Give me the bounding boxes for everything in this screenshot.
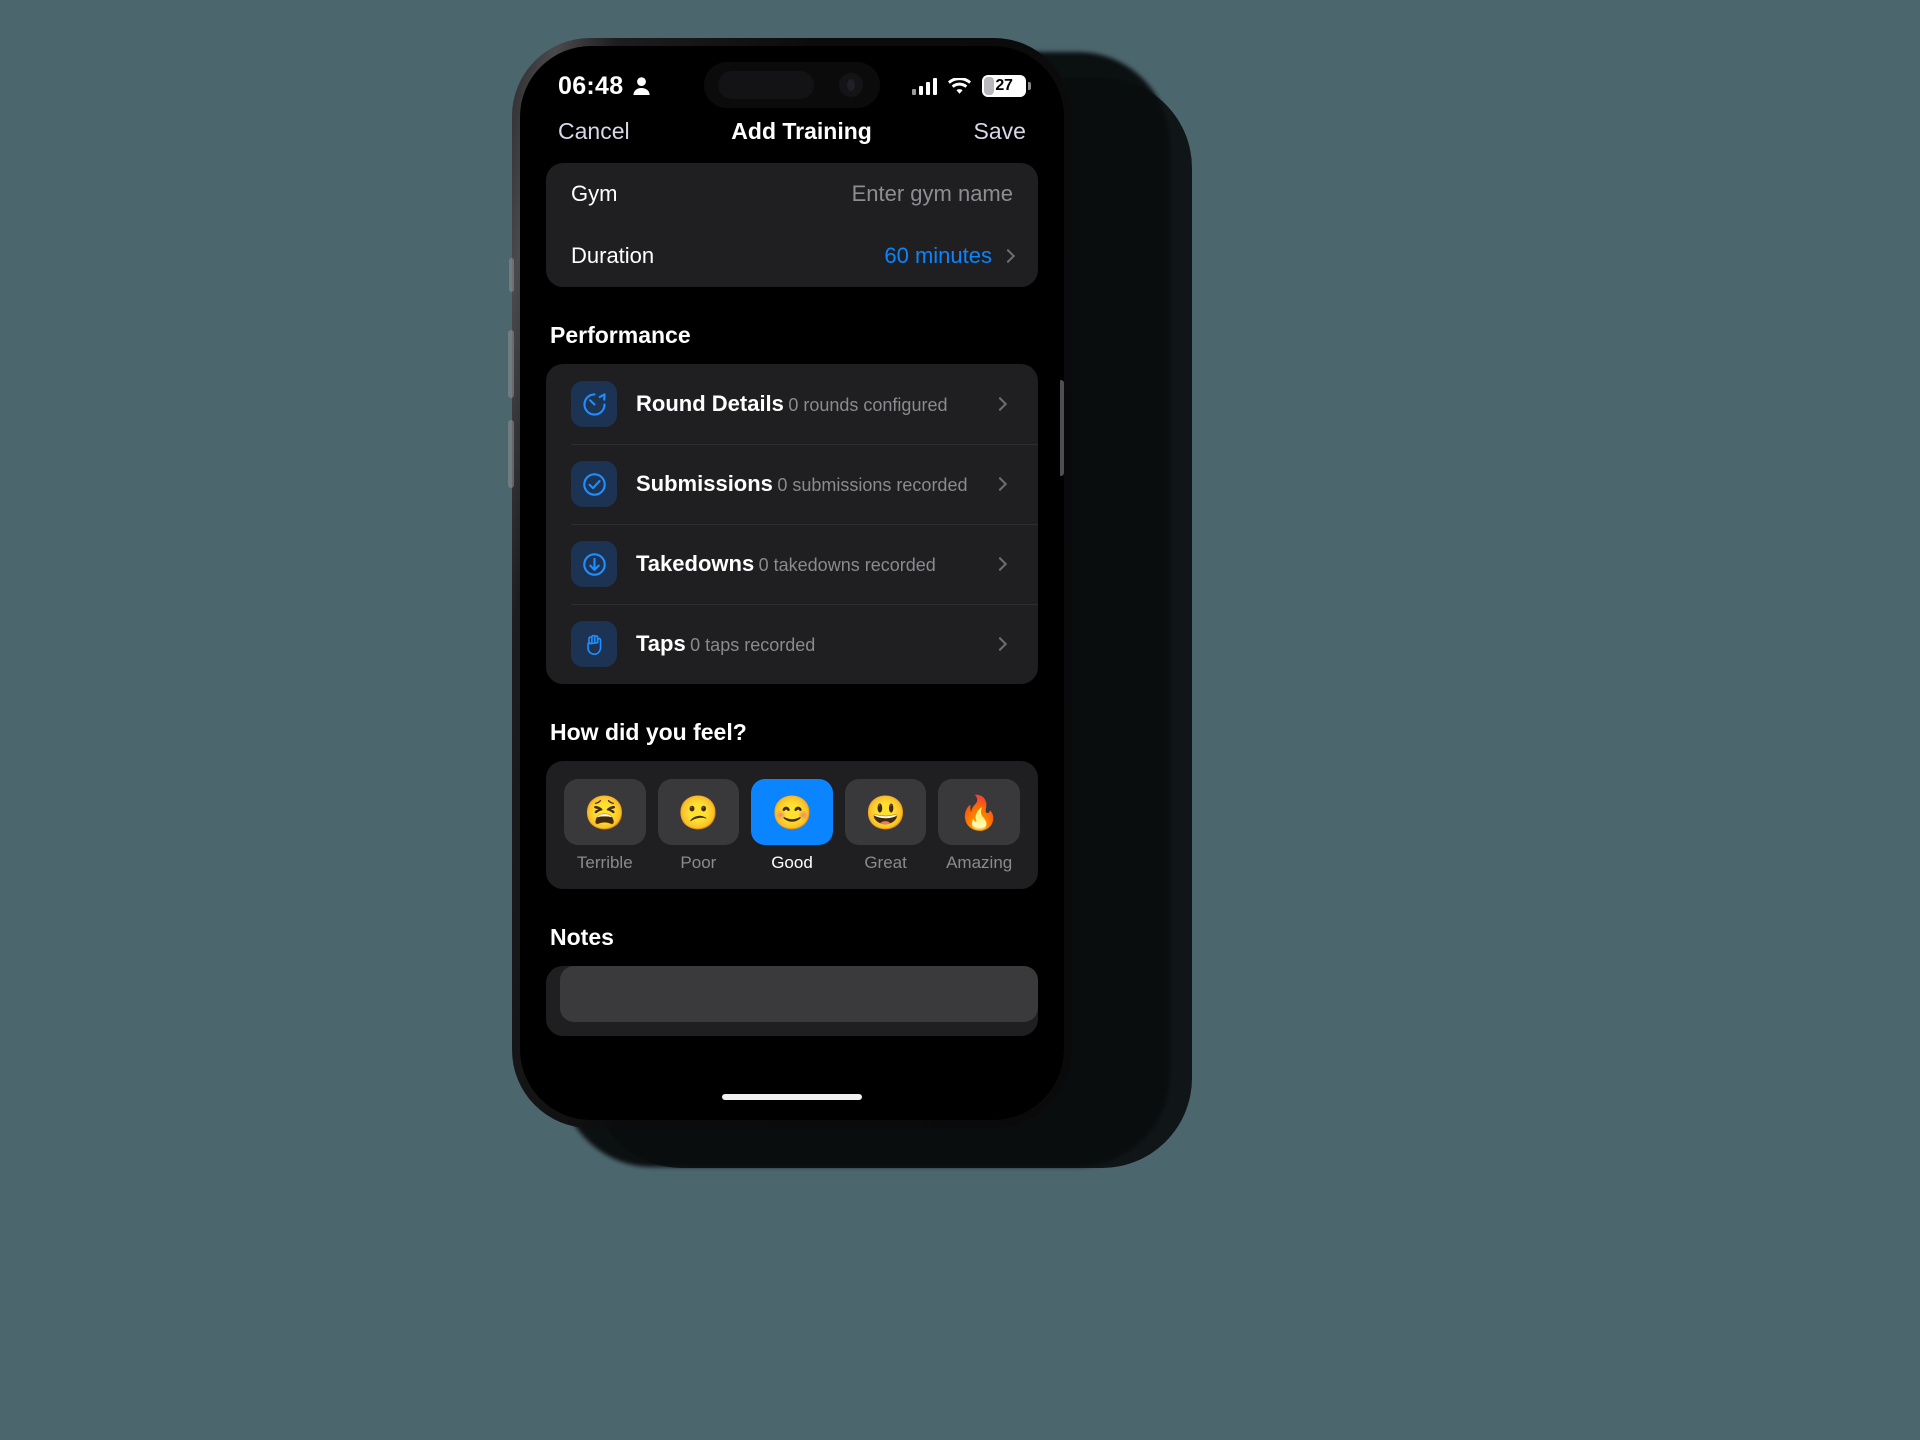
status-bar-indicators: 27 xyxy=(912,75,1031,97)
status-bar: 06:48 27 xyxy=(524,50,1060,108)
training-details-card: Gym Enter gym name Duration 60 minutes xyxy=(546,163,1038,287)
timer-icon xyxy=(571,381,617,427)
duration-label: Duration xyxy=(571,243,655,268)
chevron-right-icon xyxy=(992,396,1008,412)
mood-option-amazing[interactable]: 🔥 Amazing xyxy=(938,779,1020,873)
dynamic-island-pill xyxy=(718,71,814,99)
volume-up-button[interactable] xyxy=(508,330,514,398)
silent-switch[interactable] xyxy=(509,258,514,292)
notes-textarea[interactable] xyxy=(560,966,1038,1022)
mood-emoji: 😫 xyxy=(564,779,646,845)
mood-emoji: 😃 xyxy=(844,779,927,845)
mood-emoji: 🔥 xyxy=(938,779,1020,845)
performance-row-subtitle: 0 taps recorded xyxy=(690,635,816,656)
gym-row[interactable]: Gym Enter gym name xyxy=(546,163,1038,225)
mood-emoji: 😕 xyxy=(657,779,740,845)
chevron-right-icon xyxy=(992,556,1008,572)
performance-row-title: Round Details xyxy=(636,391,784,417)
performance-card: Round Details 0 rounds configured Submis… xyxy=(546,364,1038,684)
performance-row-takedowns[interactable]: Takedowns 0 takedowns recorded xyxy=(546,524,1038,604)
form-content: Gym Enter gym name Duration 60 minutes P… xyxy=(524,163,1060,1036)
gym-label: Gym xyxy=(571,181,618,206)
performance-section-title: Performance xyxy=(550,322,691,348)
performance-row-text: Taps 0 taps recorded xyxy=(636,630,976,658)
page-title: Add Training xyxy=(731,118,872,144)
arrow-down-circle-icon xyxy=(571,541,617,587)
mood-label: Poor xyxy=(680,853,717,872)
gym-input[interactable]: Enter gym name xyxy=(852,181,1013,207)
mood-selector: 😫 Terrible 😕 Poor 😊 Good 😃 Great 🔥 Amazi… xyxy=(546,761,1038,889)
cellular-signal-icon xyxy=(912,77,937,95)
performance-row-subtitle: 0 takedowns recorded xyxy=(758,555,936,576)
mood-label: Amazing xyxy=(946,853,1013,872)
navigation-bar: Cancel Add Training Save xyxy=(524,108,1060,161)
chevron-right-icon xyxy=(1000,248,1016,264)
mood-emoji: 😊 xyxy=(751,779,833,845)
phone-screen: 06:48 27 Cancel Add Training Save Gym En… xyxy=(524,50,1060,1116)
notes-card xyxy=(546,966,1038,1036)
performance-row-subtitle: 0 rounds configured xyxy=(788,395,948,416)
mood-label: Good xyxy=(771,853,813,872)
performance-row-round-details[interactable]: Round Details 0 rounds configured xyxy=(546,364,1038,444)
home-indicator[interactable] xyxy=(722,1094,862,1100)
notes-section-title: Notes xyxy=(550,924,614,950)
performance-row-title: Takedowns xyxy=(636,551,755,577)
dynamic-island xyxy=(704,62,880,108)
chevron-right-icon xyxy=(992,476,1008,492)
cancel-button[interactable]: Cancel xyxy=(558,118,630,145)
battery-icon: 27 xyxy=(982,75,1031,97)
battery-level: 27 xyxy=(995,77,1013,94)
performance-row-text: Takedowns 0 takedowns recorded xyxy=(636,550,976,578)
front-camera xyxy=(839,73,863,97)
clock-time: 06:48 xyxy=(558,71,624,100)
status-bar-clock: 06:48 xyxy=(558,72,651,101)
performance-row-text: Submissions 0 submissions recorded xyxy=(636,470,976,498)
mood-option-great[interactable]: 😃 Great xyxy=(844,779,927,873)
performance-row-taps[interactable]: Taps 0 taps recorded xyxy=(546,604,1038,684)
chevron-right-icon xyxy=(992,636,1008,652)
mood-section-title: How did you feel? xyxy=(550,719,747,745)
duration-value-group[interactable]: 60 minutes xyxy=(884,243,1016,269)
mood-option-terrible[interactable]: 😫 Terrible xyxy=(564,779,646,873)
person-icon xyxy=(633,77,651,95)
wifi-icon xyxy=(948,77,971,94)
performance-row-submissions[interactable]: Submissions 0 submissions recorded xyxy=(546,444,1038,524)
mood-label: Great xyxy=(864,853,907,872)
mood-option-poor[interactable]: 😕 Poor xyxy=(657,779,740,873)
performance-row-title: Taps xyxy=(636,631,686,657)
performance-row-text: Round Details 0 rounds configured xyxy=(636,390,976,418)
mood-label: Terrible xyxy=(576,853,633,872)
duration-row[interactable]: Duration 60 minutes xyxy=(546,225,1038,287)
performance-row-subtitle: 0 submissions recorded xyxy=(777,475,968,496)
save-button[interactable]: Save xyxy=(974,118,1026,145)
battery-fill xyxy=(984,77,994,95)
raised-hand-icon xyxy=(571,621,617,667)
check-circle-icon xyxy=(571,461,617,507)
volume-down-button[interactable] xyxy=(508,420,514,488)
performance-row-title: Submissions xyxy=(636,471,773,497)
mood-option-good[interactable]: 😊 Good xyxy=(751,779,833,873)
duration-value: 60 minutes xyxy=(884,243,992,268)
